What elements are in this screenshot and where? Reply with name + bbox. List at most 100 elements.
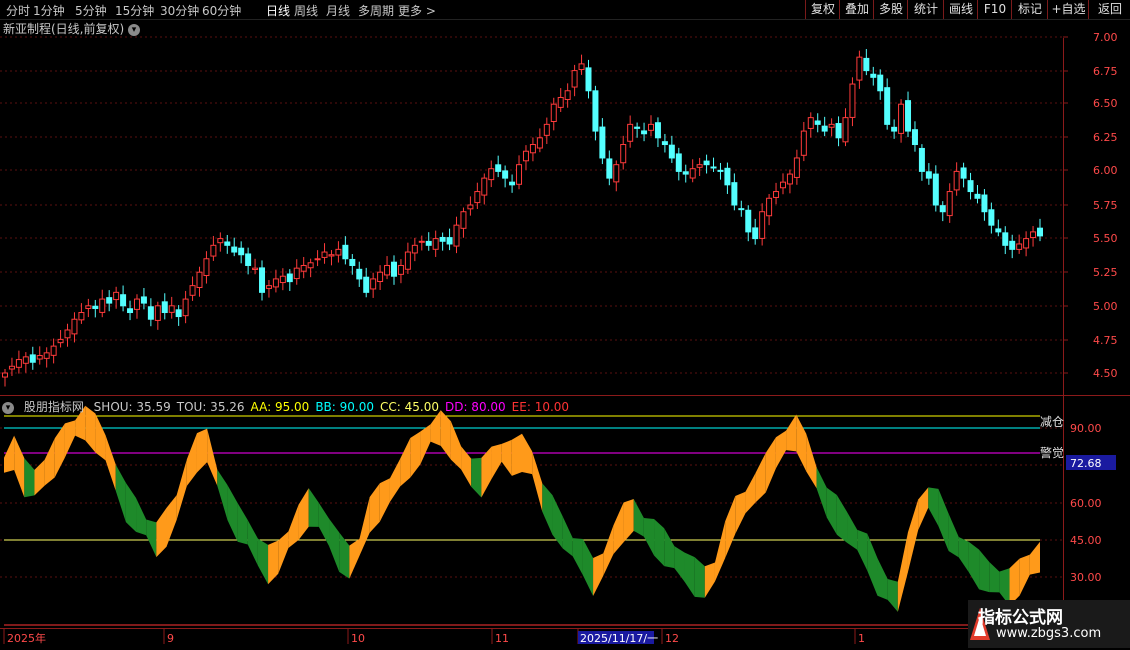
candle-body bbox=[342, 244, 349, 260]
oscillator-segment bbox=[968, 541, 980, 590]
toolbar-button-1[interactable]: 叠加 bbox=[839, 0, 874, 19]
oscillator-segment bbox=[369, 483, 380, 533]
price-tick-label: 6.50 bbox=[1093, 97, 1118, 110]
candle-body bbox=[974, 193, 981, 199]
candle-body bbox=[675, 153, 682, 172]
candle-body bbox=[2, 372, 8, 378]
timeframe-tab-6[interactable]: 日线 bbox=[266, 2, 290, 19]
oscillator-segment bbox=[166, 495, 177, 547]
oscillator-segment bbox=[877, 558, 888, 600]
timeframe-tab-2[interactable]: 5分钟 bbox=[75, 2, 107, 19]
oscillator-segment bbox=[979, 549, 990, 593]
candle-body bbox=[814, 120, 821, 125]
candle-body bbox=[842, 117, 849, 143]
oscillator-segment bbox=[278, 531, 289, 574]
candle-body bbox=[1023, 238, 1030, 249]
candle-body bbox=[120, 294, 127, 307]
candle-body bbox=[981, 194, 988, 213]
candle-body bbox=[835, 123, 842, 139]
timeframe-tab-4[interactable]: 30分钟 bbox=[160, 2, 199, 19]
oscillator-segment bbox=[786, 414, 797, 452]
candle-body bbox=[856, 56, 863, 81]
candle-body bbox=[918, 147, 925, 172]
oscillator-segment bbox=[481, 446, 492, 498]
oscillator-segment bbox=[836, 495, 848, 543]
timeframe-tab-3[interactable]: 15分钟 bbox=[115, 2, 154, 19]
oscillator-segment bbox=[24, 458, 35, 498]
price-tick-label: 6.25 bbox=[1093, 131, 1118, 144]
candle-body bbox=[106, 297, 113, 304]
timeframe-tab-5[interactable]: 60分钟 bbox=[202, 2, 241, 19]
candle-body bbox=[516, 164, 523, 185]
candle-body bbox=[1016, 243, 1023, 250]
toolbar-button-2[interactable]: 多股 bbox=[873, 0, 908, 19]
candle-body bbox=[64, 329, 71, 339]
timeframe-tab-10[interactable]: 更多 > bbox=[398, 2, 436, 19]
timeframe-tab-1[interactable]: 1分钟 bbox=[33, 2, 65, 19]
candle-body bbox=[78, 312, 85, 321]
watermark: 指标公式网 www.zbgs3.com bbox=[968, 600, 1130, 648]
candle-body bbox=[439, 236, 446, 242]
price-tick-label: 6.00 bbox=[1093, 164, 1118, 177]
oscillator-segment bbox=[765, 437, 776, 493]
candle-body bbox=[648, 123, 655, 131]
toolbar-button-6[interactable]: 标记 bbox=[1011, 0, 1048, 19]
oscillator-segment bbox=[308, 488, 319, 527]
indicator-value-4: CC: 45.00 bbox=[380, 400, 439, 414]
timeframe-tab-0[interactable]: 分时 bbox=[6, 2, 30, 19]
timeframe-tab-9[interactable]: 多周期 bbox=[358, 2, 394, 19]
chart-area[interactable]: 7.00 6.75 6.50 6.25 6.00 5.75 5.50 5.25 5.00 4.75… bbox=[0, 0, 1130, 650]
indicator-value-0: SHOU: 35.59 bbox=[93, 400, 171, 414]
oscillator-segment bbox=[897, 532, 908, 612]
toolbar-button-7[interactable]: +自选 bbox=[1047, 0, 1089, 19]
candle-body bbox=[467, 204, 474, 210]
oscillator-segment bbox=[654, 519, 665, 567]
candle-body bbox=[50, 345, 57, 356]
oscillator-segment bbox=[359, 497, 370, 556]
oscillator-segment bbox=[796, 414, 807, 472]
oscillator-segment bbox=[664, 528, 675, 569]
oscillator-segment bbox=[633, 499, 644, 537]
oscillator-segment bbox=[298, 488, 309, 541]
candle-body bbox=[203, 258, 210, 277]
candle-body bbox=[592, 90, 599, 132]
chevron-down-icon[interactable]: ▾ bbox=[2, 401, 14, 414]
indicator-tick-label: 30.00 bbox=[1070, 571, 1102, 584]
timeframe-tab-8[interactable]: 月线 bbox=[326, 2, 350, 19]
oscillator-segment bbox=[735, 491, 746, 534]
candle-body bbox=[127, 308, 134, 314]
oscillator-segment bbox=[1009, 558, 1020, 606]
candle-body bbox=[314, 258, 321, 261]
timeframe-tab-7[interactable]: 周线 bbox=[294, 2, 318, 19]
candle-body bbox=[356, 268, 363, 280]
candle-body bbox=[731, 182, 738, 206]
toolbar-button-5[interactable]: F10 bbox=[977, 0, 1012, 19]
candle-body bbox=[446, 237, 453, 245]
oscillator-segment bbox=[562, 516, 573, 557]
candle-body bbox=[828, 123, 835, 128]
candle-body bbox=[988, 209, 995, 226]
candle-body bbox=[217, 238, 224, 244]
candle-body bbox=[161, 301, 168, 314]
toolbar-button-4[interactable]: 画线 bbox=[943, 0, 978, 19]
candle-body bbox=[995, 228, 1002, 233]
candle-body bbox=[140, 296, 147, 304]
date-label: 12 bbox=[665, 632, 679, 645]
candle-body bbox=[252, 267, 259, 271]
candle-body bbox=[634, 126, 641, 129]
toolbar-button-3[interactable]: 统计 bbox=[907, 0, 944, 19]
oscillator-segment bbox=[136, 498, 147, 536]
candle-body bbox=[363, 276, 370, 293]
indicator-name[interactable]: 股朋指标网 bbox=[24, 400, 84, 414]
toolbar-button-8[interactable]: 返回 bbox=[1088, 0, 1130, 19]
oscillator-segment bbox=[684, 552, 695, 597]
toolbar-button-0[interactable]: 复权 bbox=[805, 0, 840, 19]
candle-body bbox=[800, 130, 807, 156]
candle-body bbox=[627, 123, 634, 142]
candle-body bbox=[1030, 231, 1037, 239]
oscillator-segment bbox=[745, 472, 756, 514]
oscillator-segment bbox=[704, 562, 715, 598]
candle-body bbox=[22, 356, 29, 364]
candle-body bbox=[189, 285, 196, 296]
chevron-down-icon[interactable]: ▾ bbox=[128, 23, 141, 36]
